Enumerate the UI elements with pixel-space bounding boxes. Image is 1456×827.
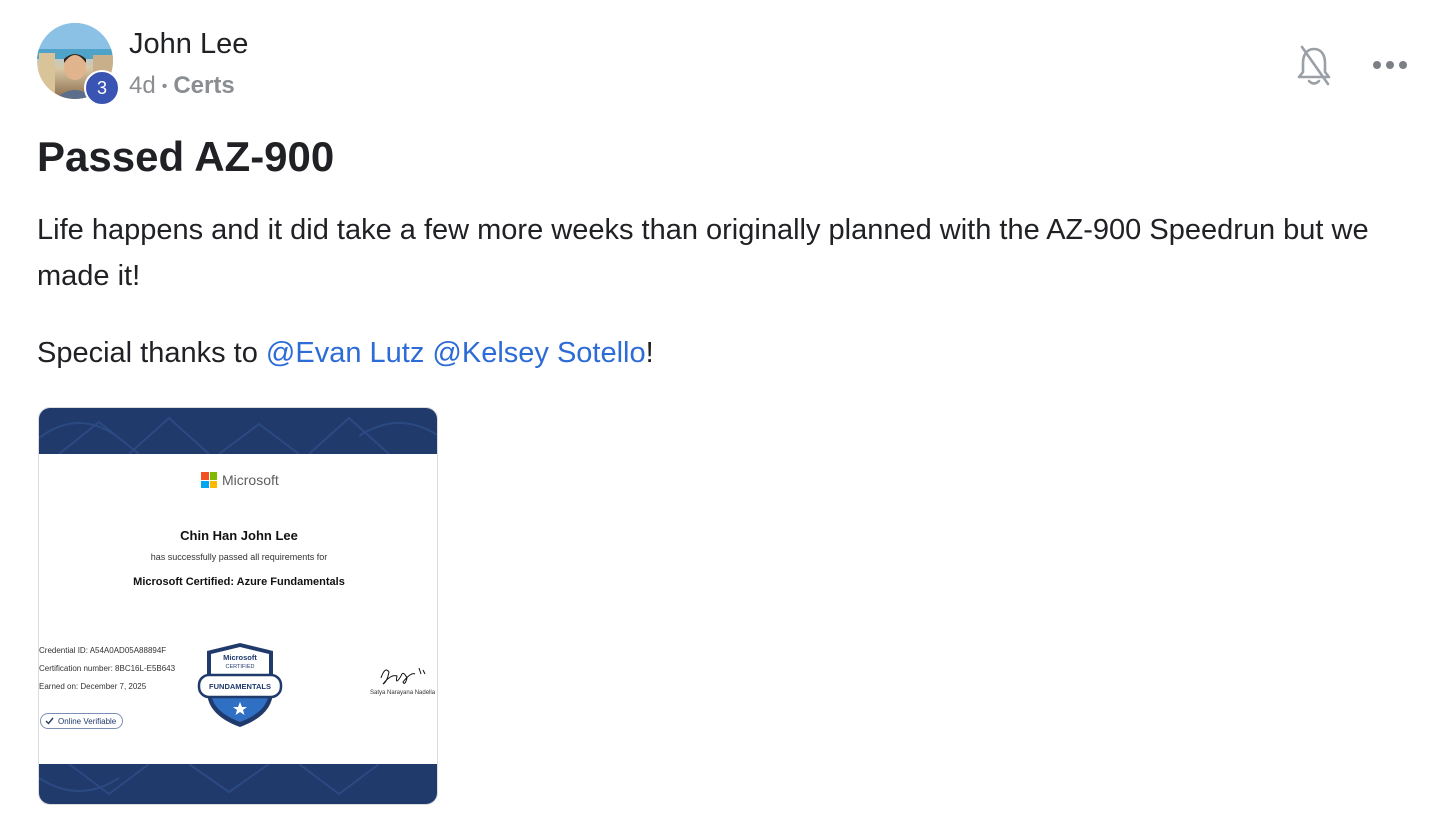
more-horizontal-icon[interactable]: [1370, 52, 1410, 78]
microsoft-wordmark: Microsoft: [222, 472, 279, 488]
earned-date: Earned on: December 7, 2025: [39, 682, 147, 691]
online-verifiable-label: Online Verifiable: [58, 716, 117, 726]
post-category[interactable]: Certs: [173, 72, 234, 99]
mention-kelsey-sotello[interactable]: @Kelsey Sotello: [432, 337, 645, 369]
author-avatar[interactable]: 3: [37, 23, 120, 106]
signer-name: Satya Narayana Nadella: [370, 690, 436, 696]
author-name[interactable]: John Lee: [129, 28, 248, 61]
thanks-suffix: !: [645, 337, 654, 369]
certificate-top-band: [39, 408, 437, 455]
credential-id: Credential ID: A54A0AD05A88894F: [39, 646, 167, 655]
post-thanks: Special thanks to @Evan Lutz @Kelsey Sot…: [37, 330, 654, 376]
badge-certified-text: CERTIFIED: [226, 664, 255, 670]
level-badge: 3: [84, 70, 120, 106]
post-age: 4d: [129, 72, 156, 99]
certificate-image[interactable]: Microsoft Chin Han John Lee has successf…: [38, 407, 438, 805]
bell-off-icon[interactable]: [1296, 44, 1332, 88]
post-title: Passed AZ-900: [37, 133, 335, 180]
certificate-title: Microsoft Certified: Azure Fundamentals: [133, 576, 345, 588]
certification-number: Certification number: 8BC16L-E5B643: [39, 664, 176, 673]
thanks-prefix: Special thanks to: [37, 337, 266, 369]
check-icon: [45, 717, 54, 725]
meta-separator: •: [161, 77, 168, 95]
microsoft-logo-icon: [201, 472, 217, 488]
certificate-statement: has successfully passed all requirements…: [150, 552, 328, 562]
online-verifiable-badge: Online Verifiable: [40, 713, 124, 729]
post-meta: 4d • Certs: [129, 72, 235, 100]
badge-level-text: FUNDAMENTALS: [209, 682, 271, 691]
badge-brand-text: Microsoft: [223, 653, 257, 662]
signature-image: [380, 667, 426, 685]
microsoft-logo: Microsoft: [201, 472, 279, 488]
certificate-bottom-band: [39, 763, 437, 804]
fundamentals-badge: Microsoft CERTIFIED FUNDAMENTALS: [197, 643, 283, 727]
post-body: Life happens and it did take a few more …: [37, 214, 1369, 292]
mention-evan-lutz[interactable]: @Evan Lutz: [266, 337, 424, 369]
certificate-recipient: Chin Han John Lee: [180, 528, 298, 543]
